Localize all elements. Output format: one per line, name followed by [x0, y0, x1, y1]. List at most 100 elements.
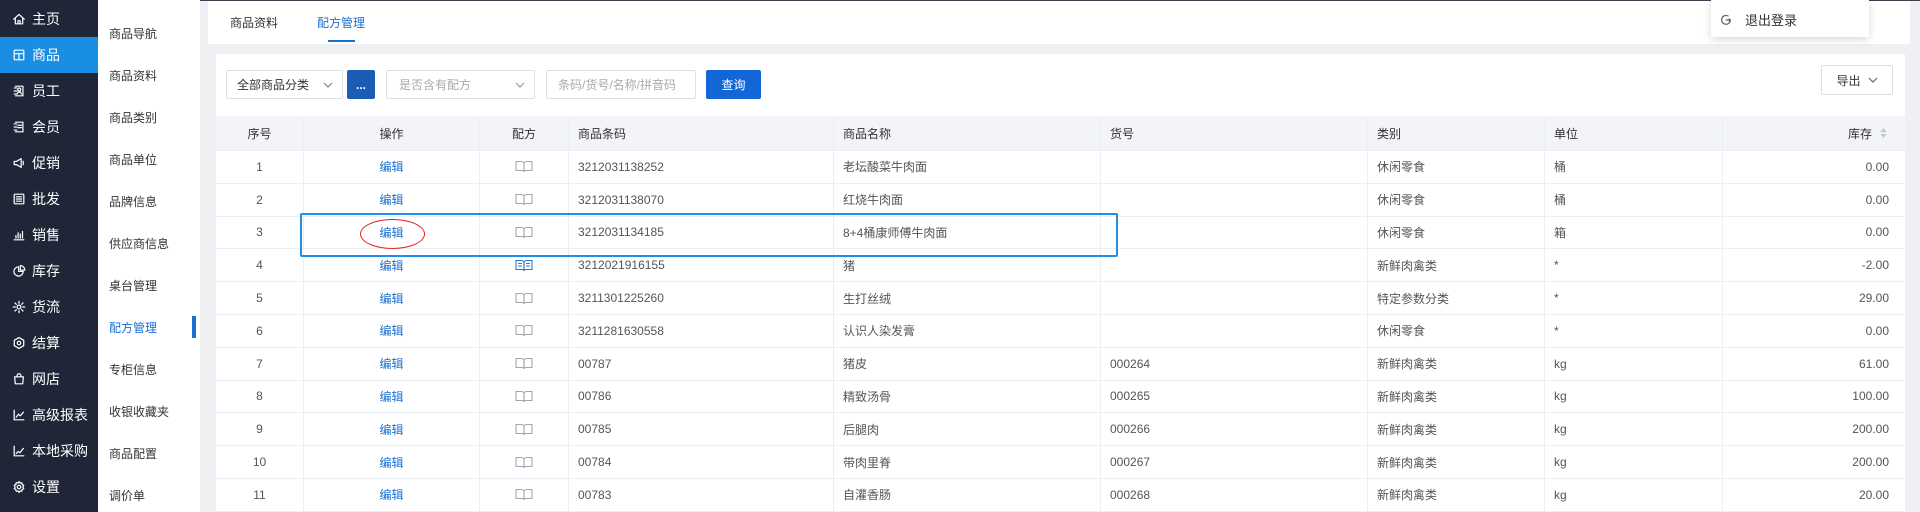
sub-nav-item-6[interactable]: 桌台管理	[98, 264, 200, 306]
member-icon	[12, 120, 26, 134]
more-categories-button[interactable]: ...	[347, 70, 375, 99]
cell-barcode: 3212031138252	[569, 151, 834, 183]
table-row: 9 编辑 00785 后腿肉 000266 新鲜肉禽类 kg 200.00	[216, 413, 1905, 447]
recipe-book-icon[interactable]	[515, 226, 533, 239]
goods-icon	[12, 48, 26, 62]
recipe-book-icon[interactable]	[515, 423, 533, 436]
main-nav-label: 批发	[32, 191, 60, 207]
sub-nav-label: 配方管理	[109, 320, 158, 335]
table-row: 7 编辑 00787 猪皮 000264 新鲜肉禽类 kg 61.00	[216, 347, 1905, 381]
sub-nav-item-2[interactable]: 商品类别	[98, 96, 200, 138]
edit-link[interactable]: 编辑	[379, 454, 403, 471]
cell-unit: 箱	[1545, 216, 1723, 249]
sub-nav-item-3[interactable]: 商品单位	[98, 138, 200, 180]
recipe-book-icon[interactable]	[515, 390, 533, 403]
cell-formula	[480, 347, 569, 380]
sort-icon[interactable]	[1880, 127, 1887, 139]
cell-no: 5	[216, 282, 304, 314]
sub-nav-item-9[interactable]: 收银收藏夹	[98, 390, 200, 432]
cell-name: 老坛酸菜牛肉面	[834, 151, 1101, 183]
edit-link[interactable]: 编辑	[379, 257, 403, 274]
cell-stock: 0.00	[1865, 159, 1889, 174]
cell-unit: kg	[1545, 380, 1723, 413]
cell-sku: 000265	[1101, 380, 1368, 413]
active-indicator	[192, 316, 196, 338]
cell-no: 9	[216, 413, 304, 446]
edit-link[interactable]: 编辑	[379, 486, 403, 503]
recipe-book-icon[interactable]	[515, 488, 533, 501]
main-nav-item-promotion[interactable]: 促销	[0, 145, 98, 181]
recipe-book-icon[interactable]	[515, 259, 533, 272]
edit-link[interactable]: 编辑	[379, 355, 403, 372]
main-nav-item-report[interactable]: 高级报表	[0, 397, 98, 433]
main-nav-item-member[interactable]: 会员	[0, 109, 98, 145]
edit-link[interactable]: 编辑	[379, 158, 403, 175]
query-button[interactable]: 查询	[706, 70, 761, 99]
sub-nav-item-7[interactable]: 配方管理	[98, 306, 200, 348]
main-nav-item-goods[interactable]: 商品	[0, 37, 98, 73]
formula-select-placeholder: 是否含有配方	[399, 78, 472, 92]
tab-0[interactable]: 商品资料	[230, 0, 278, 44]
cell-category: 新鲜肉禽类	[1368, 413, 1545, 446]
tab-label: 配方管理	[317, 16, 366, 30]
edit-link[interactable]: 编辑	[379, 290, 403, 307]
main-nav-item-settlement[interactable]: 结算	[0, 325, 98, 361]
content-panel: 全部商品分类 ... 是否含有配方 查询 导出 序号 操作 配方 商品条码 商品名称 货号…	[216, 54, 1905, 512]
cell-action: 编辑	[304, 183, 480, 216]
column-header-stock[interactable]: 库存	[1723, 116, 1905, 150]
cell-formula	[480, 282, 569, 314]
sub-nav-item-11[interactable]: 调价单	[98, 474, 200, 512]
edit-link[interactable]: 编辑	[379, 388, 403, 405]
recipe-book-icon[interactable]	[515, 357, 533, 370]
main-nav-label: 网店	[32, 371, 60, 387]
main-nav-item-inventory[interactable]: 库存	[0, 253, 98, 289]
export-button[interactable]: 导出	[1821, 65, 1893, 95]
search-input[interactable]	[546, 70, 696, 99]
main-nav-item-settings[interactable]: 设置	[0, 469, 98, 505]
sub-nav-label: 专柜信息	[109, 362, 158, 377]
recipe-book-icon[interactable]	[515, 292, 533, 305]
main-nav-label: 员工	[32, 83, 60, 99]
edit-link[interactable]: 编辑	[379, 421, 403, 438]
recipe-book-icon[interactable]	[515, 160, 533, 173]
edit-link[interactable]: 编辑	[379, 191, 403, 208]
sub-nav-item-10[interactable]: 商品配置	[98, 432, 200, 474]
cell-unit: 桶	[1545, 151, 1723, 183]
formula-select[interactable]: 是否含有配方	[386, 70, 535, 99]
sub-nav-item-0[interactable]: 商品导航	[98, 12, 200, 54]
edit-link[interactable]: 编辑	[379, 224, 403, 241]
category-select[interactable]: 全部商品分类	[226, 70, 343, 99]
main-nav-item-sales[interactable]: 销售	[0, 217, 98, 253]
main-nav-label: 库存	[32, 263, 60, 279]
main-nav-item-logistics[interactable]: 货流	[0, 289, 98, 325]
main-nav-item-home[interactable]: 主页	[0, 1, 98, 37]
settings-icon	[12, 480, 26, 494]
sub-nav-label: 商品单位	[109, 152, 158, 167]
main-nav-item-wholesale[interactable]: 批发	[0, 181, 98, 217]
sub-nav-item-5[interactable]: 供应商信息	[98, 222, 200, 264]
main-nav-item-shop[interactable]: 网店	[0, 361, 98, 397]
sales-icon	[12, 228, 26, 242]
sub-nav-label: 调价单	[109, 488, 146, 503]
tab-1[interactable]: 配方管理	[317, 0, 365, 44]
main-nav-item-purchase[interactable]: 本地采购	[0, 433, 98, 469]
sub-nav-item-8[interactable]: 专柜信息	[98, 348, 200, 390]
main-nav-label: 结算	[32, 335, 60, 351]
logout-menu-item[interactable]: 退出登录	[1711, 0, 1869, 37]
cell-unit: kg	[1545, 347, 1723, 380]
recipe-book-icon[interactable]	[515, 193, 533, 206]
table-row: 2 编辑 3212031138070 红烧牛肉面 休闲零食桶 0.00	[216, 183, 1905, 217]
recipe-book-icon[interactable]	[515, 456, 533, 469]
edit-link[interactable]: 编辑	[379, 322, 403, 339]
column-header-label: 货号	[1110, 126, 1135, 141]
cell-category: 休闲零食	[1368, 151, 1545, 183]
sub-nav-item-1[interactable]: 商品资料	[98, 54, 200, 96]
cell-stock: 200.00	[1852, 455, 1889, 470]
cell-no: 11	[216, 478, 304, 511]
recipe-book-icon[interactable]	[515, 324, 533, 337]
cell-action: 编辑	[304, 314, 480, 347]
main-nav-item-staff[interactable]: 员工	[0, 73, 98, 109]
cell-no: 4	[216, 249, 304, 282]
sub-nav-item-4[interactable]: 品牌信息	[98, 180, 200, 222]
main-nav-label: 高级报表	[32, 407, 88, 423]
